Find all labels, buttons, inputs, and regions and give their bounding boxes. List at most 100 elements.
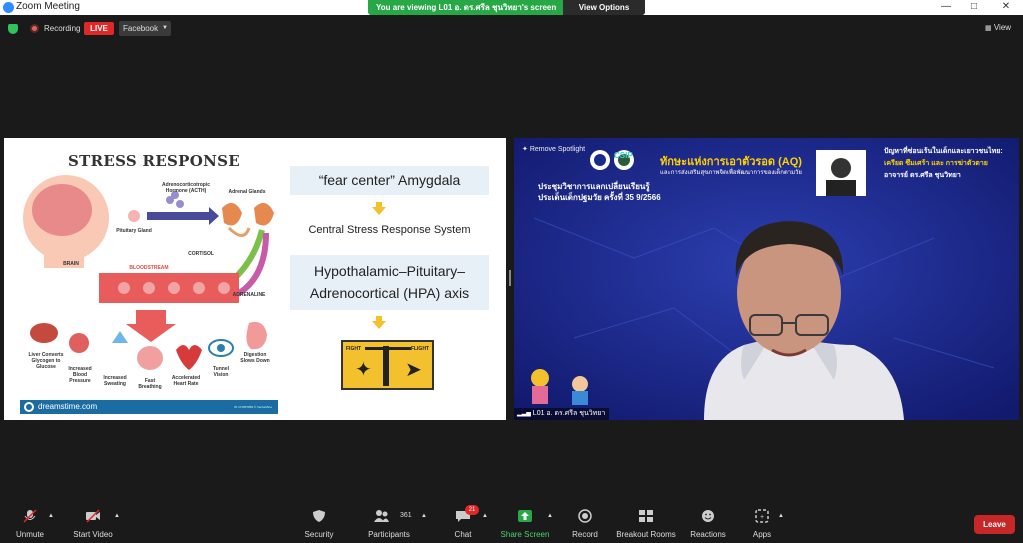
heart-label: Accelerated Heart Rate (171, 375, 201, 387)
security-button[interactable]: Security (300, 503, 338, 543)
unmute-label: Unmute (15, 530, 44, 539)
reactions-label: Reactions (690, 530, 726, 539)
security-label: Security (304, 530, 334, 539)
apps-button[interactable]: + Apps (746, 503, 778, 543)
svg-text:+: + (760, 514, 764, 521)
hpa-line-1: Hypothalamic–Pituitary– (314, 263, 465, 279)
maximize-icon[interactable]: □ (960, 0, 988, 15)
adrenal-right (254, 203, 274, 226)
chevron-up-icon[interactable]: ▲ (547, 513, 553, 519)
chevron-up-icon[interactable]: ▲ (778, 513, 784, 519)
shield-icon (313, 510, 325, 522)
chat-label: Chat (454, 530, 472, 539)
stream-target-label: Facebook (123, 24, 159, 33)
right-title-3: อาจารย์ ดร.ศรีล ชุนวิทยา (884, 172, 961, 179)
participants-label: Participants (368, 530, 410, 539)
unmute-button[interactable]: Unmute (8, 503, 52, 543)
heart-icon (176, 345, 202, 370)
minimize-icon[interactable]: — (932, 0, 960, 15)
fight-flight-sign: FIGHT FLIGHT ✦ ➤ (341, 340, 434, 390)
breakout-rooms-button[interactable]: Breakout Rooms (614, 503, 678, 543)
recording-label: Recording (44, 24, 81, 33)
hpa-axis-box: Hypothalamic–Pituitary– Adrenocortical (… (290, 255, 489, 310)
down-arrow-icon (372, 207, 386, 215)
acth-label: Adrenocorticotropic Hormone (ACTH) (161, 182, 211, 194)
smiley-icon (702, 510, 714, 522)
dreamstime-logo-icon (24, 402, 34, 412)
remove-spotlight-label: Remove Spotlight (529, 146, 586, 153)
liver-label: Liver Converts Glycogen to Glucose (28, 352, 64, 370)
leave-button[interactable]: Leave (974, 515, 1015, 534)
blood-pressure-icon (69, 333, 89, 353)
record-label: Record (572, 530, 598, 539)
remove-spotlight-button[interactable]: ✦ Remove Spotlight (522, 145, 585, 153)
meeting-toolbar: Unmute ▲ Start Video ▲ Security 361 Part… (0, 503, 1023, 543)
start-video-label: Start Video (73, 530, 113, 539)
viewing-message: You are viewing L01 อ. ดร.ศรีล ชุนวิทยา'… (376, 3, 557, 12)
chat-button[interactable]: 21 Chat (448, 503, 479, 543)
adrenal-label: Adrenal Glands (228, 189, 266, 195)
apps-label: Apps (752, 530, 772, 539)
amygdala-box: “fear center” Amygdala (290, 166, 489, 195)
dreamstime-footer: dreamstime.com ID 171857883 © VectorMine (20, 400, 278, 414)
microphone-muted-icon (23, 509, 37, 523)
breakout-rooms-icon (639, 510, 653, 522)
fight-label: FIGHT (346, 346, 361, 352)
live-badge[interactable]: LIVE (84, 22, 114, 35)
breath-label: Fast Breathing (138, 378, 162, 390)
signal-icon: ▂▃▅ (517, 411, 531, 417)
participant-name: L01 อ. ดร.ศรีล ชุนวิทยา (532, 410, 606, 417)
participants-count: 361 (400, 512, 412, 519)
view-options-button[interactable]: View Options (563, 0, 645, 15)
chevron-down-icon: ▼ (162, 25, 168, 31)
start-video-button[interactable]: Start Video (68, 503, 118, 543)
brain-shape (32, 184, 92, 236)
brain-label: BRAIN (63, 261, 79, 267)
bp-label: Increased Blood Pressure (68, 366, 92, 384)
child-figure-1 (531, 369, 549, 387)
encryption-shield-icon[interactable] (8, 24, 18, 34)
reactions-button[interactable]: Reactions (688, 503, 728, 543)
share-screen-button[interactable]: Share Screen (500, 503, 550, 543)
viewing-banner: You are viewing L01 อ. ดร.ศรีล ชุนวิทยา'… (368, 0, 645, 15)
view-label: View (993, 23, 1012, 32)
participants-button[interactable]: 361 Participants (364, 503, 414, 543)
adrenal-left (222, 203, 242, 226)
stream-target-dropdown[interactable]: Facebook ▼ (119, 21, 171, 36)
split-resize-handle[interactable] (509, 270, 511, 286)
down-arrow-icon (372, 321, 386, 329)
grid-icon: ▦ (985, 25, 992, 32)
dreamstime-id: ID 171857883 © VectorMine (234, 405, 272, 409)
share-screen-icon (518, 510, 532, 522)
runner-icon: ➤ (405, 359, 422, 381)
view-button[interactable]: ▦ View (985, 23, 1011, 32)
window-title: Zoom Meeting (16, 1, 80, 12)
liver-icon (30, 323, 58, 343)
speaker-video[interactable]: ✦ Remove Spotlight CSIP ทักษะแห่งการเอาต… (514, 138, 1019, 420)
chevron-up-icon[interactable]: ▲ (482, 513, 488, 519)
recording-icon (30, 24, 39, 33)
flight-label: FLIGHT (410, 346, 429, 352)
chat-badge: 21 (465, 505, 479, 515)
fighter-icon: ✦ (355, 359, 372, 381)
chevron-up-icon[interactable]: ▲ (48, 513, 54, 519)
dreamstime-label: dreamstime.com (38, 402, 98, 411)
record-icon (578, 509, 592, 523)
apps-icon: + (755, 509, 769, 523)
adrenaline-label: ADRENALINE (232, 292, 266, 298)
bloodstream-label: BLOODSTREAM (129, 265, 169, 271)
lungs-icon (137, 346, 163, 370)
chevron-up-icon[interactable]: ▲ (421, 513, 427, 519)
effects-arrow (126, 310, 176, 342)
participant-name-tag: ▂▃▅ L01 อ. ดร.ศรีล ชุนวิทยา (514, 408, 610, 420)
stomach-icon (246, 321, 267, 350)
right-title-2: เครียด ซึมเศร้า และ การฆ่าตัวตาย (884, 160, 988, 167)
close-icon[interactable]: ✕ (992, 0, 1020, 15)
pituitary-label: Pituitary Gland (116, 228, 152, 234)
central-stress-label: Central Stress Response System (308, 224, 471, 236)
record-button[interactable]: Record (566, 503, 604, 543)
signpost-icon (383, 346, 389, 386)
zoom-logo-icon (3, 2, 14, 13)
shared-screen[interactable]: STRESS RESPONSE Adrenocorticotropic Horm… (4, 138, 506, 420)
chevron-up-icon[interactable]: ▲ (114, 513, 120, 519)
